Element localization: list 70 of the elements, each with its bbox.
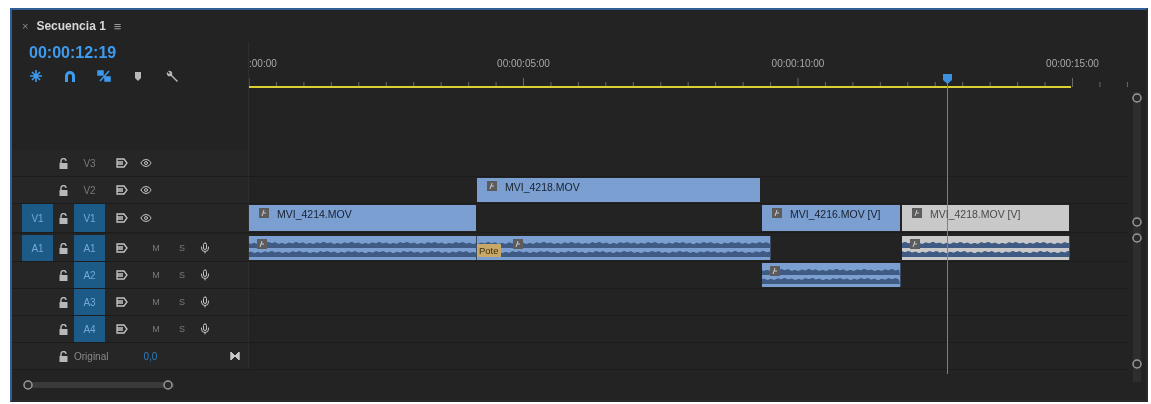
lock-icon[interactable] — [59, 212, 68, 224]
lock-icon[interactable] — [59, 350, 68, 362]
fx-icon[interactable] — [513, 239, 523, 249]
ruler-label: :00:00 — [249, 58, 277, 69]
eye-icon[interactable] — [140, 184, 152, 196]
mute-button[interactable]: M — [149, 297, 163, 307]
track-target[interactable]: V1 — [74, 204, 105, 232]
mute-button[interactable]: M — [149, 243, 163, 253]
lock-icon[interactable] — [59, 296, 68, 308]
microphone-icon[interactable] — [199, 269, 211, 281]
track-target[interactable]: A2 — [74, 262, 105, 288]
solo-button[interactable]: S — [175, 270, 189, 280]
eye-icon[interactable] — [140, 157, 152, 169]
fx-icon[interactable] — [259, 208, 269, 218]
video-clip[interactable]: MVI_4218.MOV — [477, 178, 761, 202]
ruler-label: 00:00:05:00 — [497, 58, 550, 69]
track-target[interactable]: A1 — [74, 235, 105, 261]
microphone-icon[interactable] — [199, 296, 211, 308]
lock-icon[interactable] — [59, 184, 68, 196]
master-volume-value[interactable]: 0,0 — [143, 350, 158, 362]
wrench-icon[interactable] — [165, 69, 179, 83]
track-target[interactable]: V2 — [74, 177, 105, 203]
microphone-icon[interactable] — [199, 323, 211, 335]
sync-lock-icon[interactable] — [116, 297, 128, 307]
clip-marker-label: Pote — [477, 244, 501, 257]
playhead-timecode[interactable]: 00:00:12:19 — [29, 44, 248, 62]
fx-icon[interactable] — [772, 208, 782, 218]
close-tab-button[interactable]: × — [22, 20, 29, 32]
eye-icon[interactable] — [140, 212, 152, 224]
track-target[interactable]: V3 — [74, 150, 105, 176]
solo-button[interactable]: S — [175, 297, 189, 307]
source-patch[interactable]: A1 — [22, 235, 53, 261]
sync-lock-icon[interactable] — [116, 324, 128, 334]
lock-icon[interactable] — [59, 242, 68, 254]
fx-icon[interactable] — [487, 181, 497, 191]
lock-icon[interactable] — [59, 323, 68, 335]
microphone-icon[interactable] — [199, 242, 211, 254]
linked-selection-icon[interactable] — [97, 69, 111, 83]
clip-name: MVI_4214.MOV — [277, 208, 352, 220]
solo-button[interactable]: S — [175, 324, 189, 334]
track-target[interactable]: A3 — [74, 289, 105, 315]
snap-icon[interactable] — [29, 69, 43, 83]
magnet-icon[interactable] — [63, 69, 77, 83]
video-clip[interactable]: MVI_4214.MOV — [249, 205, 477, 231]
source-patch[interactable]: V1 — [22, 204, 53, 232]
clip-name: MVI_4216.MOV [V] — [790, 208, 881, 220]
trim-icon[interactable] — [230, 352, 240, 360]
ruler-label: 00:00:15:00 — [1046, 58, 1099, 69]
lock-icon[interactable] — [59, 157, 68, 169]
track-target[interactable]: A4 — [74, 316, 105, 342]
sync-lock-icon[interactable] — [116, 158, 128, 168]
mute-button[interactable]: M — [149, 324, 163, 334]
sync-lock-icon[interactable] — [116, 213, 128, 223]
sync-lock-icon[interactable] — [116, 185, 128, 195]
ruler-label: 00:00:10:00 — [771, 58, 825, 69]
fx-icon[interactable] — [257, 239, 267, 249]
clip-name: MVI_4218.MOV — [505, 181, 580, 193]
audio-clip[interactable] — [762, 263, 901, 287]
fx-icon[interactable] — [770, 266, 780, 276]
panel-menu-button[interactable]: ≡ — [113, 18, 122, 34]
master-track-label: Original — [74, 350, 109, 362]
audio-clip[interactable] — [249, 236, 477, 260]
sync-lock-icon[interactable] — [116, 243, 128, 253]
sequence-tab[interactable]: Secuencia 1 — [36, 19, 106, 33]
audio-clip[interactable]: Pote — [477, 236, 771, 260]
solo-button[interactable]: S — [175, 243, 189, 253]
video-clip[interactable]: MVI_4216.MOV [V] — [762, 205, 901, 231]
mute-button[interactable]: M — [149, 270, 163, 280]
sync-lock-icon[interactable] — [116, 270, 128, 280]
lock-icon[interactable] — [59, 269, 68, 281]
